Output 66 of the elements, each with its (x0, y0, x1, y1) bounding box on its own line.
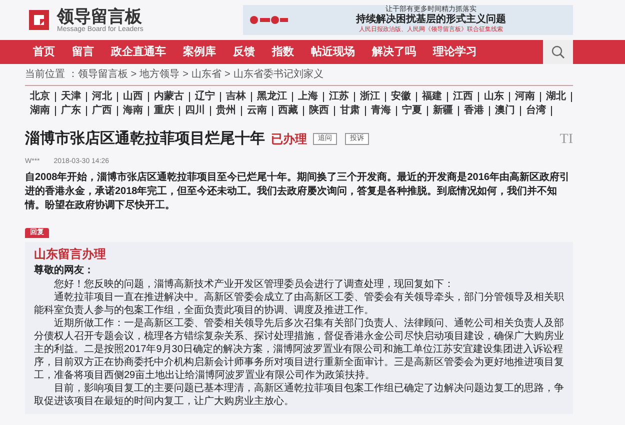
reply-paragraph: 目前，影响项目复工的主要问题已基本理清，高新区通乾拉菲项目包案工作组已确定了边解决问题边复工的思路，争取促进该项目在最短的时间内复工，让广大购房业主放心。 (34, 382, 564, 408)
region-link[interactable]: 陕西 (304, 106, 335, 116)
breadcrumb-link[interactable]: 山东省委书记刘家义 (233, 67, 324, 82)
nav-link[interactable]: 政企直通车 (111, 44, 166, 60)
breadcrumb-separator: > (130, 68, 137, 82)
region-link[interactable]: 河北 (87, 92, 118, 102)
region-link[interactable]: 辽宁 (190, 92, 221, 102)
nav-link[interactable]: 留言 (72, 44, 94, 60)
region-link[interactable]: 澳门 (490, 106, 521, 116)
breadcrumb-link[interactable]: 地方领导 (140, 67, 180, 82)
region-link[interactable]: 上海 (293, 92, 324, 102)
reply-paragraph: 您好！您反映的问题，淄博高新技术产业开发区管理委员会进行了调查处理，现回复如下： (53, 278, 455, 291)
region-link[interactable]: 香港 (459, 106, 490, 116)
region-link[interactable]: 西藏 (273, 106, 304, 116)
logo-icon (27, 8, 51, 32)
region-link[interactable]: 湖南 (25, 106, 56, 116)
nav-link[interactable]: 案例库 (183, 44, 216, 60)
region-link[interactable]: 甘肃 (335, 106, 366, 116)
reply-greeting: 尊敬的网友： (34, 264, 95, 278)
breadcrumb-separator: > (224, 68, 230, 82)
nav-link[interactable]: 首页 (33, 44, 55, 60)
region-link[interactable]: 黑龙江 (252, 92, 293, 102)
search-icon (551, 45, 565, 59)
region-link[interactable]: 内蒙古 (149, 92, 190, 102)
region-link[interactable]: 广东 (56, 106, 87, 116)
reply-author: 山东留言办理 (34, 246, 107, 262)
post-body: 自2008年开始，淄博市张店区通乾拉菲项目至今已烂尾十年。期间换了三个开发商。最近的开发商是2016年由高新区政府引进的香港永金，承诺2018年完工，但至今还未动工。我们去政府屡次询问，答复是各种推脱。到底情况如何，我们并不知情。盼望在政府协调下尽快开工。 (25, 171, 570, 213)
post-title: 淄博市张店区通乾拉菲项目烂尾十年 (25, 129, 265, 149)
nav-link[interactable]: 反馈 (233, 44, 255, 60)
region-link[interactable]: 山西 (118, 92, 149, 102)
corner-mark: TI (560, 130, 573, 149)
region-link[interactable]: 贵州 (211, 106, 242, 116)
banner-headline: 持续解决困扰基层的形式主义问题 (356, 14, 506, 26)
region-link[interactable]: 天津 (56, 92, 87, 102)
breadcrumb-link[interactable]: 山东省 (191, 67, 222, 82)
region-link[interactable]: 江苏 (324, 92, 355, 102)
logo-title: 领导留言板 (57, 6, 143, 26)
reply-paragraph: 通乾拉菲项目一直在推进解决中。高新区管委会成立了由高新区工委、管委会有关领导牵头，部门分管领导及相关职能科室负责人参与的包案工作组，全面负责此项目的协调、调度及推进工作。 (34, 291, 564, 317)
region-link[interactable]: 重庆 (149, 106, 180, 116)
region-link[interactable]: 浙江 (355, 92, 386, 102)
nav-link[interactable]: 指数 (272, 44, 294, 60)
reply-paragraph: 近期所做工作：一是高新区工委、管委相关领导先后多次召集有关部门负责人、法律顾问、通乾公司相关负责人及部分债权人召开专题会议，梳理各方错综复杂关系、探讨处理措施，督促香港永金公司尽快启动项目建设，确保广大购房业主的利益。二是按照2017年9月30日确定的解决方案，淄博阿波罗置业有限公司和施工单位江苏安宜建设集团进入诉讼程序，目前双方正在协商委托中介机构启新会计师事务所对项目进行重新全面审计。三是高新区管委会为更好地推进项目复工，准备将项目西侧29亩土地出让给淄博阿波罗置业有限公司作为政策扶持。 (34, 317, 564, 382)
region-link[interactable]: 台湾 (521, 106, 552, 116)
nav-link[interactable]: 理论学习 (433, 44, 477, 60)
region-link[interactable]: 新疆 (428, 106, 459, 116)
nav-link[interactable]: 帖近现场 (311, 44, 355, 60)
region-link[interactable]: 海南 (118, 106, 149, 116)
region-link[interactable]: 吉林 (221, 92, 252, 102)
region-link[interactable]: 福建 (417, 92, 448, 102)
region-link[interactable]: 湖北 (541, 92, 572, 102)
region-link[interactable]: 青海 (366, 106, 397, 116)
breadcrumb-separator: > (182, 68, 188, 82)
region-link[interactable]: 云南 (242, 106, 273, 116)
region-link[interactable]: 宁夏 (397, 106, 428, 116)
breadcrumb-link[interactable]: 当前位置 ：领导留言板 (25, 67, 128, 82)
search-button[interactable] (543, 40, 573, 64)
status-label: 已办理 (271, 131, 307, 148)
region-link[interactable]: 北京 (25, 92, 56, 102)
region-link[interactable]: 四川 (180, 106, 211, 116)
region-link[interactable]: 广西 (87, 106, 118, 116)
nav-link[interactable]: 解决了吗 (372, 44, 416, 60)
region-link[interactable]: 河南 (510, 92, 541, 102)
logo-icon (249, 15, 289, 25)
region-link[interactable]: 山东 (479, 92, 510, 102)
region-link[interactable]: 江西 (448, 92, 479, 102)
region-link[interactable]: 安徽 (386, 92, 417, 102)
